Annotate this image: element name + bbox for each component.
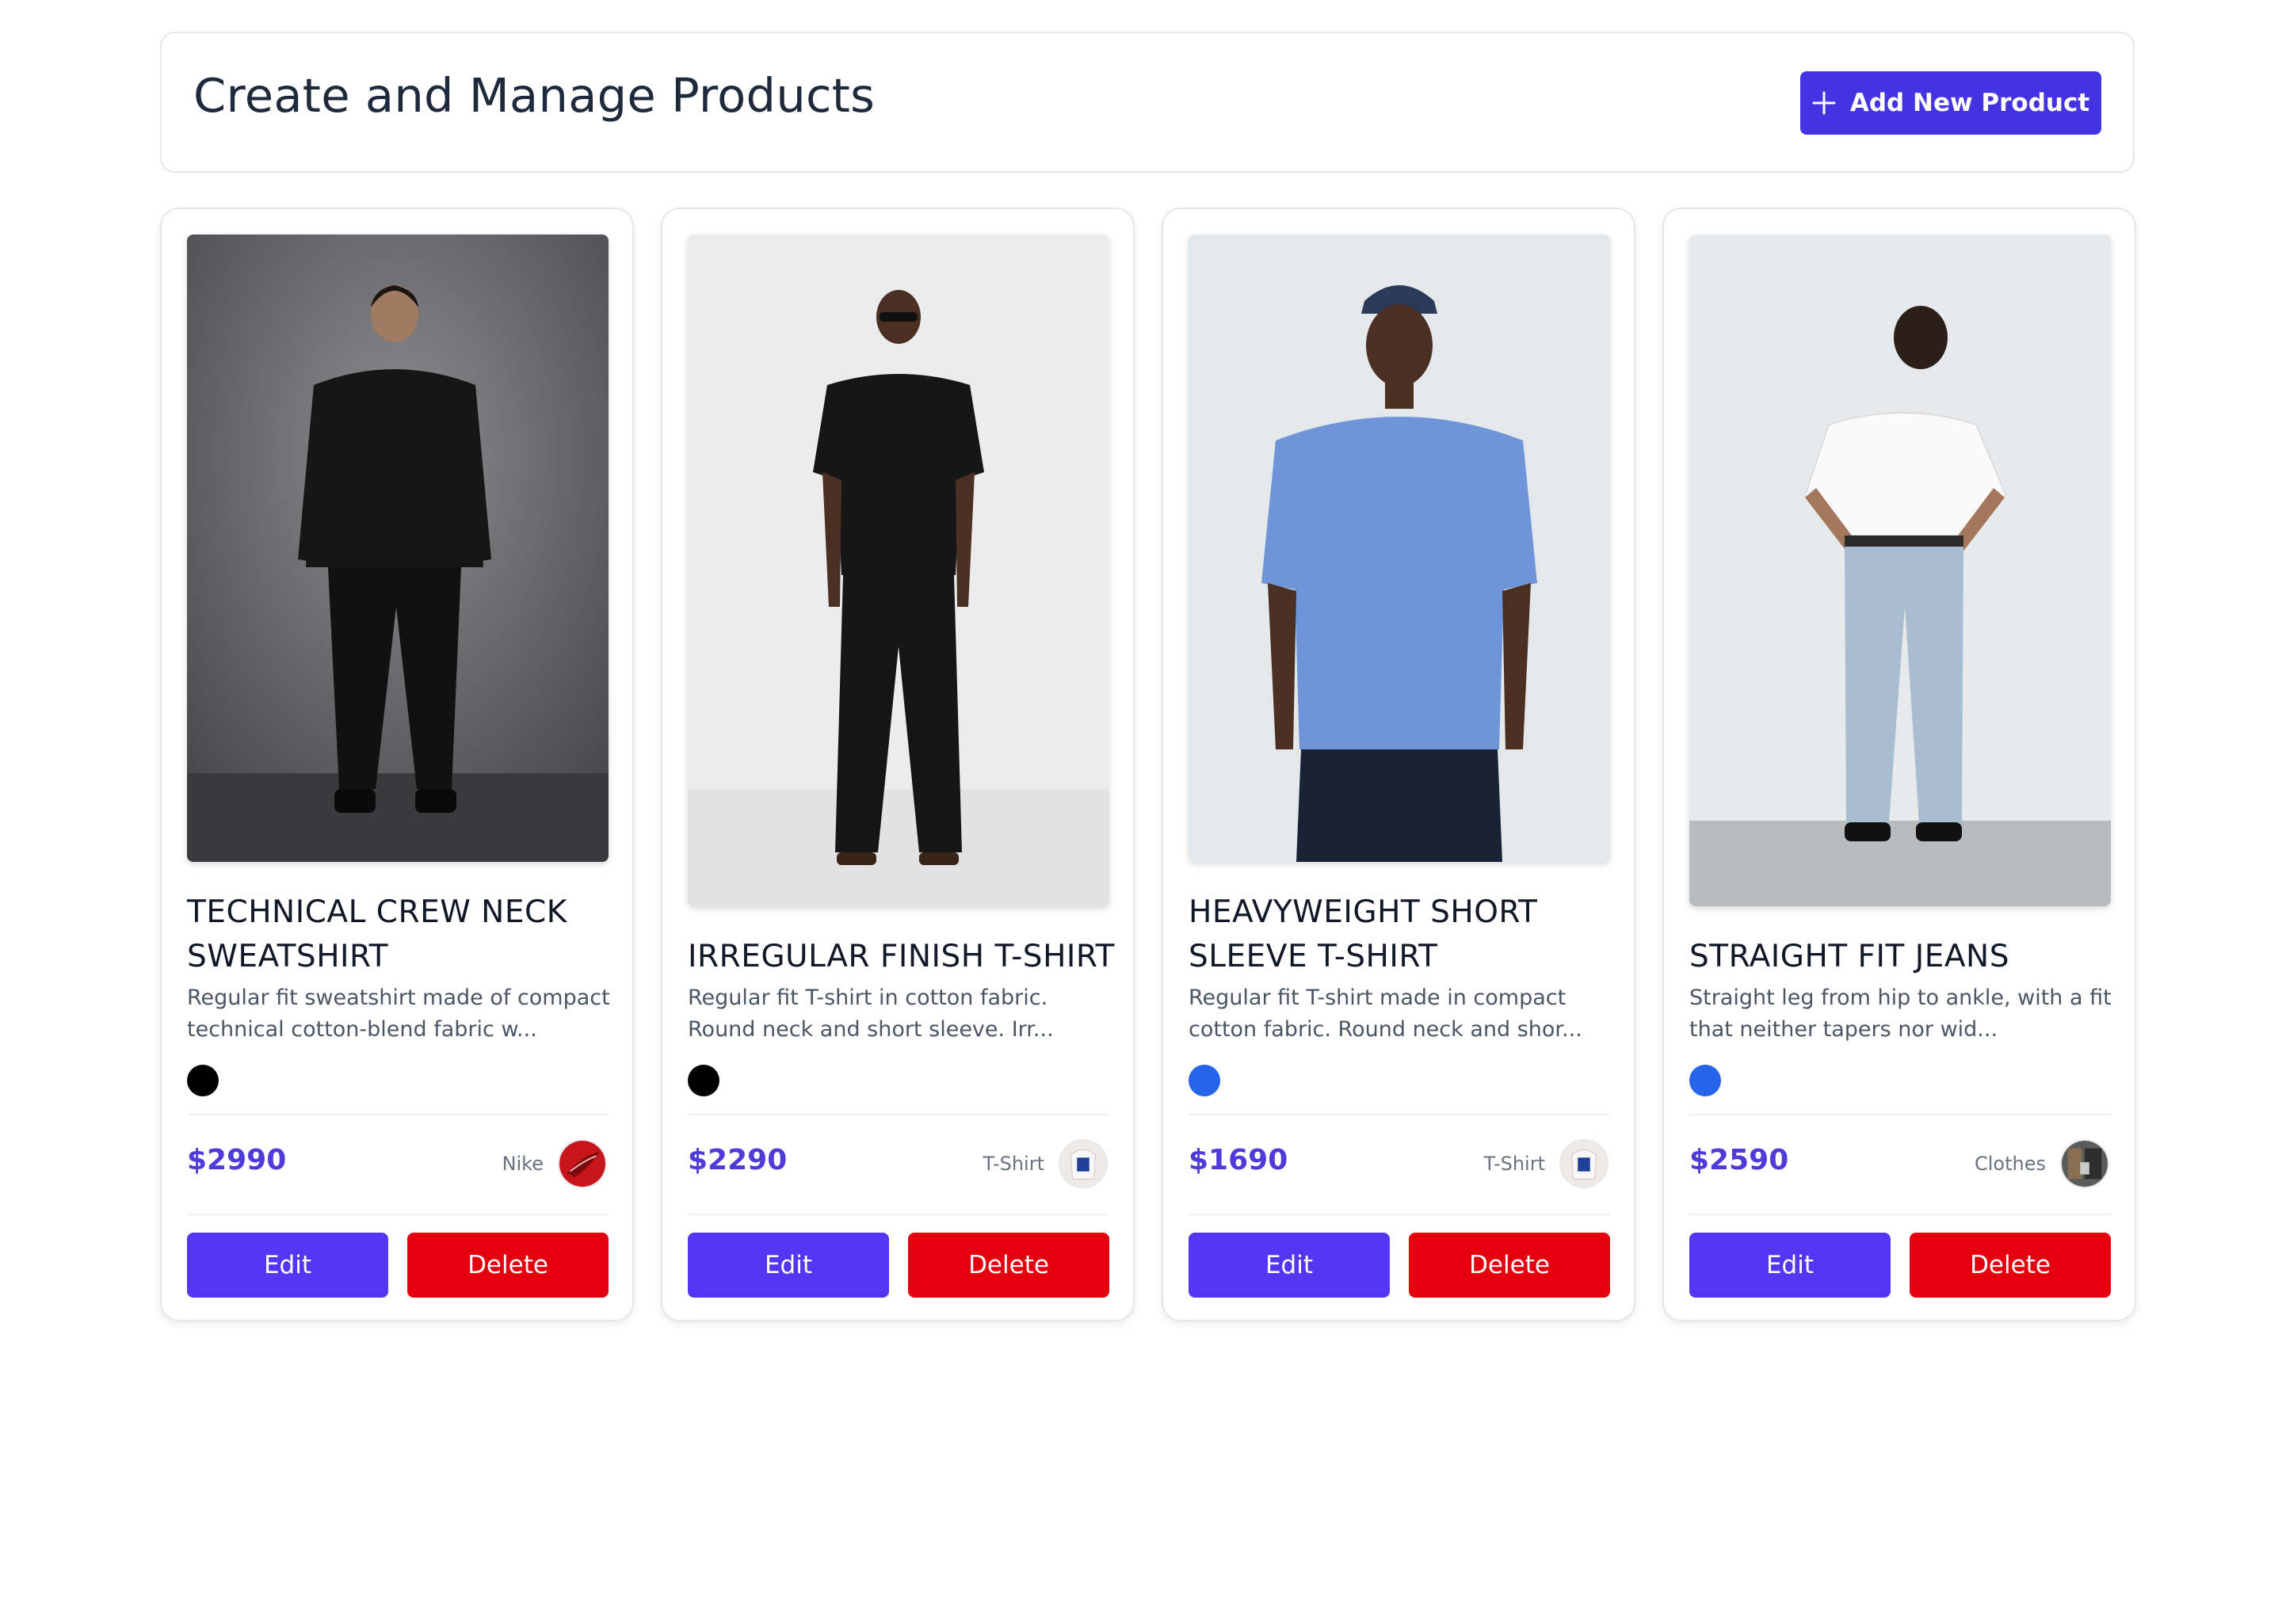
product-description: Regular fit T-shirt made in compact cott… <box>1189 985 1582 1042</box>
product-description: Regular fit T-shirt in cotton fabric. Ro… <box>688 985 1054 1042</box>
edit-button[interactable]: Edit <box>688 1233 889 1298</box>
edit-button[interactable]: Edit <box>1689 1233 1891 1298</box>
category-avatar <box>1059 1139 1108 1188</box>
product-image <box>1689 234 2111 906</box>
plus-icon <box>1812 91 1836 115</box>
divider <box>1189 1114 1610 1115</box>
product-name: IRREGULAR FINISH T-SHIRT <box>688 939 1115 974</box>
product-category: Nike <box>502 1139 607 1188</box>
divider <box>187 1114 609 1115</box>
product-price: $2590 <box>1689 1144 1789 1176</box>
product-name: STRAIGHT FIT JEANS <box>1689 939 2009 974</box>
divider <box>187 1214 609 1215</box>
product-category: T-Shirt <box>1483 1139 1608 1188</box>
product-card: STRAIGHT FIT JEANS Straight leg from hip… <box>1662 208 2136 1321</box>
color-swatch <box>688 1065 719 1096</box>
edit-button[interactable]: Edit <box>1189 1233 1390 1298</box>
delete-button[interactable]: Delete <box>407 1233 609 1298</box>
category-label: Nike <box>502 1153 544 1175</box>
page-title: Create and Manage Products <box>193 68 876 123</box>
add-new-product-label: Add New Product <box>1849 89 2090 117</box>
category-avatar <box>558 1139 607 1188</box>
divider <box>688 1214 1109 1215</box>
category-avatar <box>2060 1139 2109 1188</box>
product-category: T-Shirt <box>983 1139 1108 1188</box>
divider <box>1189 1214 1610 1215</box>
product-description: Regular fit sweatshirt made of compact t… <box>187 985 610 1042</box>
delete-button[interactable]: Delete <box>908 1233 1109 1298</box>
page-header: Create and Manage Products Add New Produ… <box>160 32 2135 173</box>
product-card: TECHNICAL CREW NECK SWEATSHIRT Regular f… <box>160 208 634 1321</box>
color-swatch <box>1189 1065 1220 1096</box>
product-name: HEAVYWEIGHT SHORT SLEEVE T-SHIRT <box>1189 894 1538 974</box>
product-image <box>688 234 1109 906</box>
delete-button[interactable]: Delete <box>1409 1233 1610 1298</box>
product-price: $2290 <box>688 1144 788 1176</box>
category-avatar <box>1559 1139 1608 1188</box>
delete-button[interactable]: Delete <box>1910 1233 2111 1298</box>
product-card: HEAVYWEIGHT SHORT SLEEVE T-SHIRT Regular… <box>1162 208 1635 1321</box>
category-label: T-Shirt <box>1483 1153 1545 1175</box>
product-image <box>1189 234 1610 862</box>
divider <box>1689 1114 2111 1115</box>
edit-button[interactable]: Edit <box>187 1233 388 1298</box>
product-grid: TECHNICAL CREW NECK SWEATSHIRT Regular f… <box>160 208 2136 1321</box>
product-price: $1690 <box>1189 1144 1288 1176</box>
color-swatch <box>1689 1065 1721 1096</box>
divider <box>1689 1214 2111 1215</box>
category-label: T-Shirt <box>983 1153 1044 1175</box>
add-new-product-button[interactable]: Add New Product <box>1800 71 2101 135</box>
product-category: Clothes <box>1975 1139 2109 1188</box>
product-description: Straight leg from hip to ankle, with a f… <box>1689 985 2112 1042</box>
color-swatch <box>187 1065 219 1096</box>
product-card: IRREGULAR FINISH T-SHIRT Regular fit T-s… <box>661 208 1135 1321</box>
category-label: Clothes <box>1975 1153 2046 1175</box>
divider <box>688 1114 1109 1115</box>
product-name: TECHNICAL CREW NECK SWEATSHIRT <box>187 894 567 974</box>
product-price: $2990 <box>187 1144 287 1176</box>
product-image <box>187 234 609 862</box>
